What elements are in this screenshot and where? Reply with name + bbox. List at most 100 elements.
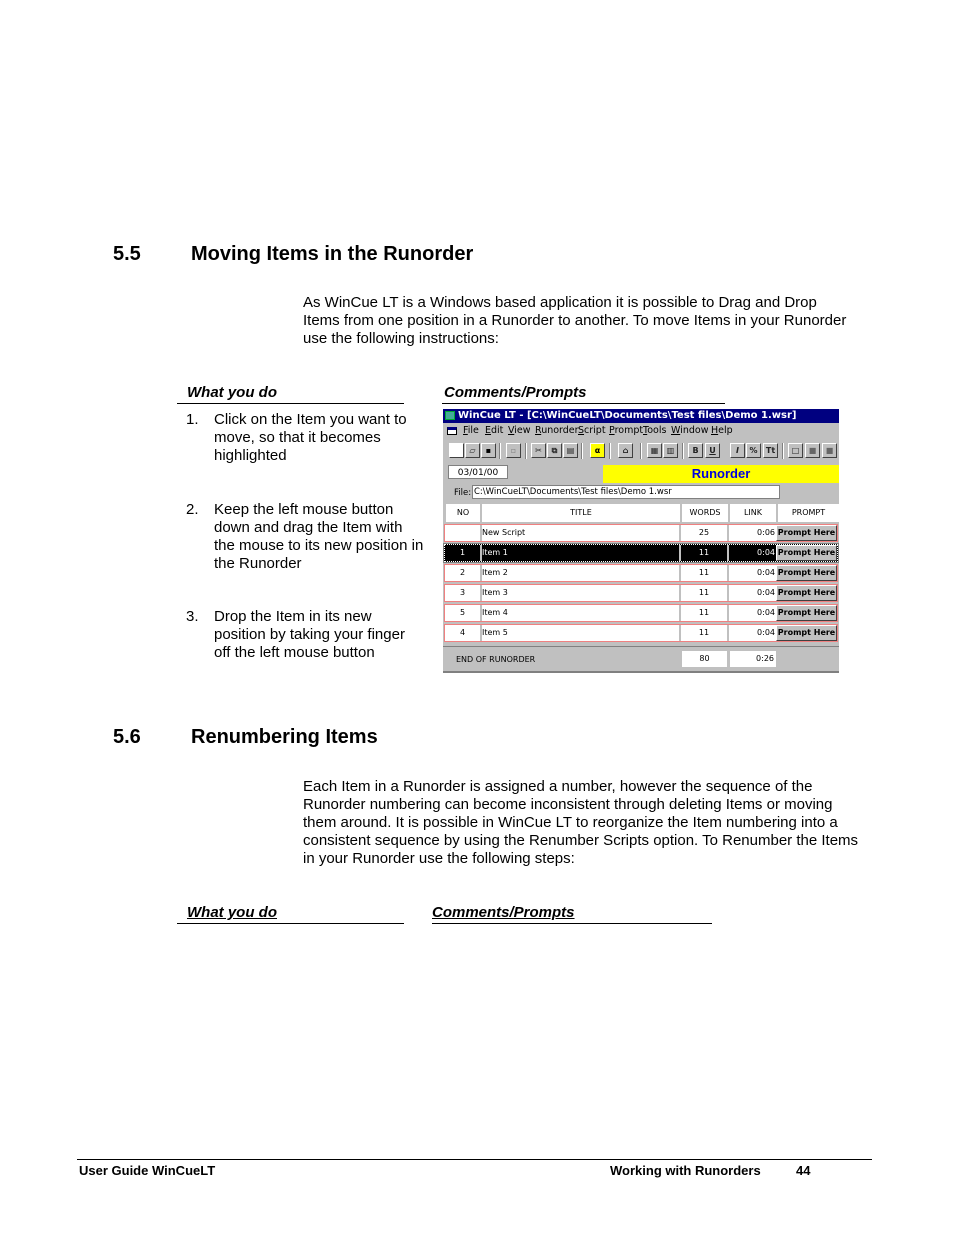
cell-no — [446, 526, 479, 540]
toolbar-separator — [609, 443, 611, 459]
menu-prompt[interactable]: Prompt — [609, 424, 643, 438]
cell-link: 0:04 — [729, 606, 775, 620]
section-title: Moving Items in the Runorder — [191, 243, 474, 265]
total-words: 80 — [682, 651, 727, 667]
toolbar-separator — [581, 443, 583, 459]
step-text: Click on the Item you want to move, so t… — [214, 411, 407, 464]
document-icon[interactable] — [447, 427, 457, 435]
menu-bar: File Edit View Runorder Script Prompt To… — [443, 424, 839, 438]
percent-icon[interactable]: % — [746, 443, 761, 458]
menu-view[interactable]: View — [508, 424, 531, 438]
menu-window[interactable]: Window — [671, 424, 708, 438]
new-file-icon[interactable] — [449, 443, 464, 458]
layout-1-icon[interactable]: ▦ — [647, 443, 662, 458]
cell-link: 0:06 — [729, 526, 775, 540]
toolbar-separator — [782, 443, 784, 459]
cell-words: 11 — [681, 606, 727, 620]
cell-no: 2 — [446, 566, 479, 580]
step-number: 1. — [186, 411, 199, 428]
prompt-here-button[interactable]: Prompt Here — [776, 565, 837, 581]
section-number: 5.5 — [113, 243, 141, 265]
cell-words: 11 — [681, 546, 727, 560]
cell-words: 11 — [681, 566, 727, 580]
table-row[interactable]: 4 Item 5 11 0:04 Prompt Here — [444, 624, 838, 642]
cut-icon[interactable]: ✂ — [531, 443, 546, 458]
comments-prompts-header: Comments/Prompts — [432, 904, 712, 924]
column-header-title[interactable]: TITLE — [482, 504, 680, 522]
cell-title: New Script — [482, 526, 678, 540]
prompt-here-button[interactable]: Prompt Here — [776, 625, 837, 641]
table-row[interactable]: 5 Item 4 11 0:04 Prompt Here — [444, 604, 838, 622]
underline-icon[interactable]: U — [705, 443, 720, 458]
cell-no: 3 — [446, 586, 479, 600]
window-title-bar: WinCue LT - [C:\WinCueLT\Documents\Test … — [443, 409, 839, 423]
prompter-icon[interactable]: ⌂ — [618, 443, 633, 458]
menu-script[interactable]: Script — [578, 424, 606, 438]
step-number: 3. — [186, 608, 199, 625]
table-row[interactable]: 3 Item 3 11 0:04 Prompt Here — [444, 584, 838, 602]
bold-icon[interactable]: B — [688, 443, 703, 458]
cell-no: 4 — [446, 626, 479, 640]
cell-words: 11 — [681, 626, 727, 640]
window-bottom-border — [443, 671, 839, 673]
menu-runorder[interactable]: Runorder — [535, 424, 579, 438]
section-title: Renumbering Items — [191, 726, 378, 748]
date-field[interactable]: 03/01/00 — [448, 465, 508, 479]
copy-icon[interactable]: ⧉ — [547, 443, 562, 458]
cell-no: 1 — [446, 546, 479, 560]
prompt-here-button[interactable]: Prompt Here — [776, 585, 837, 601]
menu-edit[interactable]: Edit — [485, 424, 503, 438]
frame-empty-icon[interactable]: □ — [788, 443, 803, 458]
menu-help[interactable]: Help — [711, 424, 733, 438]
what-you-do-header: What you do — [177, 904, 404, 924]
cell-words: 25 — [681, 526, 727, 540]
file-label: File: — [454, 488, 472, 498]
column-header-words[interactable]: WORDS — [682, 504, 728, 522]
runorder-banner: Runorder — [603, 465, 839, 483]
layout-2-icon[interactable]: ▥ — [663, 443, 678, 458]
window-title: WinCue LT - [C:\WinCueLT\Documents\Test … — [458, 410, 797, 421]
toolbar-separator — [682, 443, 684, 459]
footer-chapter: Working with Runorders — [610, 1163, 761, 1178]
cell-title: Item 3 — [482, 586, 678, 600]
table-row[interactable]: New Script 25 0:06 Prompt Here — [444, 524, 838, 542]
page-number: 44 — [796, 1163, 811, 1178]
table-row[interactable]: 2 Item 2 11 0:04 Prompt Here — [444, 564, 838, 582]
open-folder-icon[interactable]: ▱ — [465, 443, 480, 458]
footer-guide-title: User Guide WinCueLT — [79, 1163, 216, 1178]
section-number: 5.6 — [113, 726, 141, 748]
step-text: Drop the Item in its new position by tak… — [214, 608, 405, 661]
text-style-icon[interactable]: Tt — [763, 443, 778, 458]
column-header-link[interactable]: LINK — [730, 504, 776, 522]
section-5-6-intro: Each Item in a Runorder is assigned a nu… — [303, 778, 859, 867]
column-header-prompt[interactable]: PROMPT — [778, 504, 839, 522]
comments-prompts-header: Comments/Prompts — [442, 384, 725, 404]
save-icon[interactable]: ▪ — [481, 443, 496, 458]
italic-icon[interactable]: I — [730, 443, 745, 458]
app-icon — [445, 411, 455, 420]
prompt-here-button[interactable]: Prompt Here — [776, 545, 837, 561]
menu-file[interactable]: File — [463, 424, 479, 438]
frame-filled-icon[interactable]: ■ — [805, 443, 820, 458]
table-row[interactable]: 1 Item 1 11 0:04 Prompt Here — [443, 543, 839, 563]
toolbar-separator — [525, 443, 527, 459]
cell-link: 0:04 — [729, 626, 775, 640]
cell-link: 0:04 — [729, 586, 775, 600]
menu-tools[interactable]: Tools — [643, 424, 666, 438]
table-header: NO TITLE WORDS LINK PROMPT — [446, 504, 839, 522]
save-disabled-icon[interactable]: ▫ — [506, 443, 521, 458]
toolbar-separator — [499, 443, 501, 459]
cell-words: 11 — [681, 586, 727, 600]
section-5-5-intro: As WinCue LT is a Windows based applicat… — [303, 294, 847, 347]
wincue-screenshot: WinCue LT - [C:\WinCueLT\Documents\Test … — [443, 409, 839, 673]
file-path-field[interactable]: C:\WinCueLT\Documents\Test files\Demo 1.… — [472, 485, 780, 499]
frame-filled-2-icon[interactable]: ■ — [822, 443, 837, 458]
cell-link: 0:04 — [729, 566, 775, 580]
alpha-icon[interactable]: α — [590, 443, 605, 458]
column-header-no[interactable]: NO — [446, 504, 480, 522]
paste-icon[interactable]: ▤ — [563, 443, 578, 458]
cell-title: Item 4 — [482, 606, 678, 620]
what-you-do-header: What you do — [177, 384, 404, 404]
prompt-here-button[interactable]: Prompt Here — [776, 525, 837, 541]
prompt-here-button[interactable]: Prompt Here — [776, 605, 837, 621]
